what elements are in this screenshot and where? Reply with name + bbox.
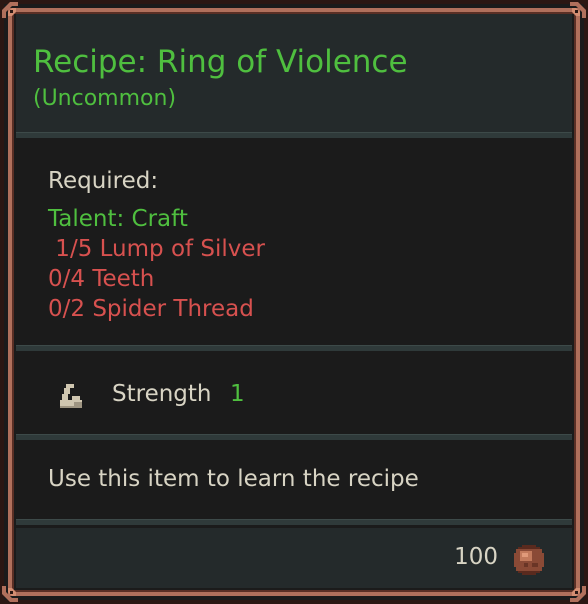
divider bbox=[16, 519, 572, 525]
item-price: 100 bbox=[454, 544, 498, 570]
divider bbox=[16, 132, 572, 138]
stat-value: 1 bbox=[230, 381, 245, 407]
item-title: Recipe: Ring of Violence bbox=[33, 44, 408, 80]
divider bbox=[16, 345, 572, 351]
arm-flex-icon bbox=[60, 384, 82, 408]
requirement-item: 0/4 Teeth bbox=[48, 266, 155, 292]
divider bbox=[16, 434, 572, 440]
required-label: Required: bbox=[48, 168, 159, 194]
stat-name: Strength bbox=[112, 381, 212, 407]
item-rarity: (Uncommon) bbox=[33, 86, 177, 111]
requirement-item: 1/5 Lump of Silver bbox=[48, 236, 266, 262]
copper-coin-icon bbox=[514, 545, 544, 575]
item-description: Use this item to learn the recipe bbox=[48, 466, 419, 492]
required-talent: Talent: Craft bbox=[48, 206, 188, 232]
requirement-item: 0/2 Spider Thread bbox=[48, 296, 254, 322]
